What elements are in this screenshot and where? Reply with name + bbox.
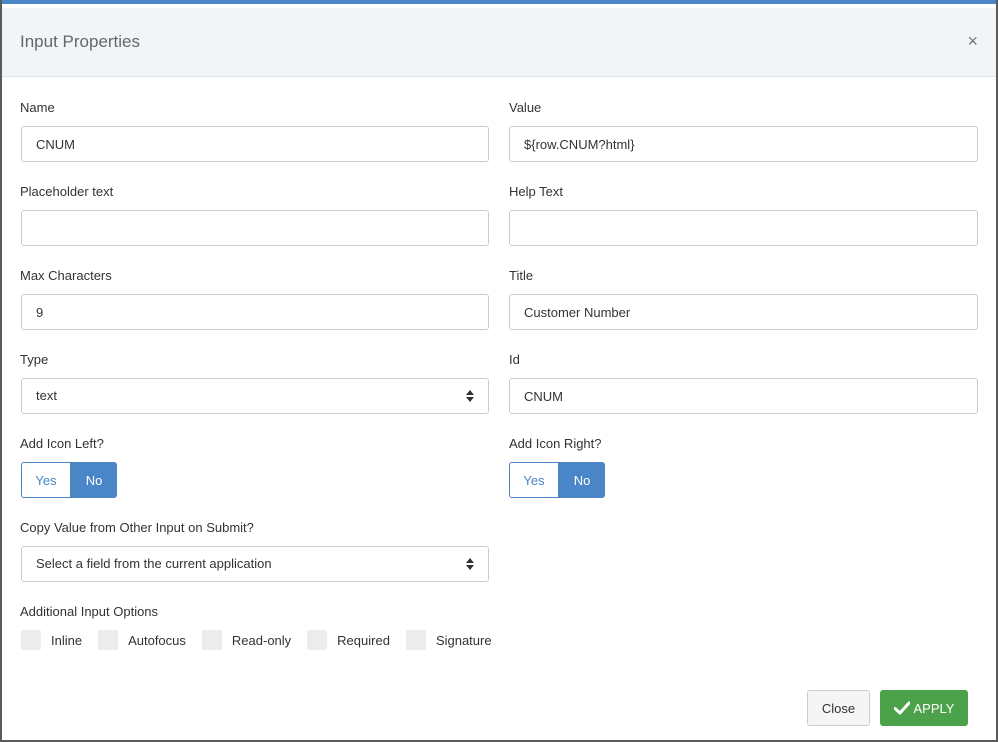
value-label: Value (509, 100, 542, 115)
close-icon[interactable]: × (967, 32, 978, 50)
additional-options-label: Additional Input Options (20, 604, 159, 619)
icon-left-no-button[interactable]: No (71, 462, 117, 498)
name-label: Name (20, 100, 55, 115)
type-select-value: text (36, 388, 57, 403)
title-label: Title (509, 268, 534, 283)
autofocus-checkbox-label: Autofocus (128, 632, 186, 648)
help-text-label: Help Text (509, 184, 563, 199)
inline-checkbox[interactable] (21, 630, 41, 650)
placeholder-label: Placeholder text (20, 184, 114, 199)
placeholder-input[interactable] (21, 210, 489, 246)
max-characters-input[interactable] (21, 294, 489, 330)
signature-checkbox-label: Signature (435, 632, 492, 648)
apply-button[interactable]: APPLY (880, 690, 968, 726)
max-characters-label: Max Characters (20, 268, 112, 283)
copy-value-select-value: Select a field from the current applicat… (36, 556, 272, 571)
value-input[interactable] (509, 126, 978, 162)
icon-left-label: Add Icon Left? (20, 436, 104, 451)
select-arrows-icon (466, 558, 474, 570)
close-button-label: Close (821, 700, 856, 716)
type-label: Type (20, 352, 49, 367)
icon-left-yes-button[interactable]: Yes (21, 462, 71, 498)
title-input[interactable] (509, 294, 978, 330)
name-input[interactable] (21, 126, 489, 162)
icon-right-yes-button[interactable]: Yes (509, 462, 559, 498)
check-icon (893, 701, 910, 715)
id-input[interactable] (509, 378, 978, 414)
dialog-title: Input Properties (20, 32, 141, 51)
read-only-checkbox[interactable] (201, 630, 222, 650)
icon-right-no-button[interactable]: No (559, 462, 605, 498)
type-select[interactable]: text (21, 378, 489, 414)
icon-left-toggle: Yes No (21, 462, 117, 498)
icon-right-toggle: Yes No (509, 462, 605, 498)
autofocus-checkbox[interactable] (98, 630, 119, 650)
additional-options-group: Inline Autofocus Read-only Required Sign… (21, 630, 508, 650)
apply-button-label: APPLY (913, 700, 955, 716)
id-label: Id (509, 352, 520, 367)
copy-value-select[interactable]: Select a field from the current applicat… (21, 546, 489, 582)
close-button[interactable]: Close (807, 690, 870, 726)
dialog-header: Input Properties × (2, 8, 996, 77)
read-only-checkbox-label: Read-only (231, 632, 292, 648)
required-checkbox-label: Required (337, 632, 390, 648)
select-arrows-icon (466, 390, 474, 402)
required-checkbox[interactable] (307, 630, 328, 650)
copy-value-label: Copy Value from Other Input on Submit? (20, 520, 254, 535)
icon-right-label: Add Icon Right? (509, 436, 602, 451)
inline-checkbox-label: Inline (51, 632, 83, 648)
signature-checkbox[interactable] (405, 630, 426, 650)
input-properties-dialog: Input Properties × Name Value Placeholde… (2, 0, 996, 740)
help-text-input[interactable] (509, 210, 978, 246)
